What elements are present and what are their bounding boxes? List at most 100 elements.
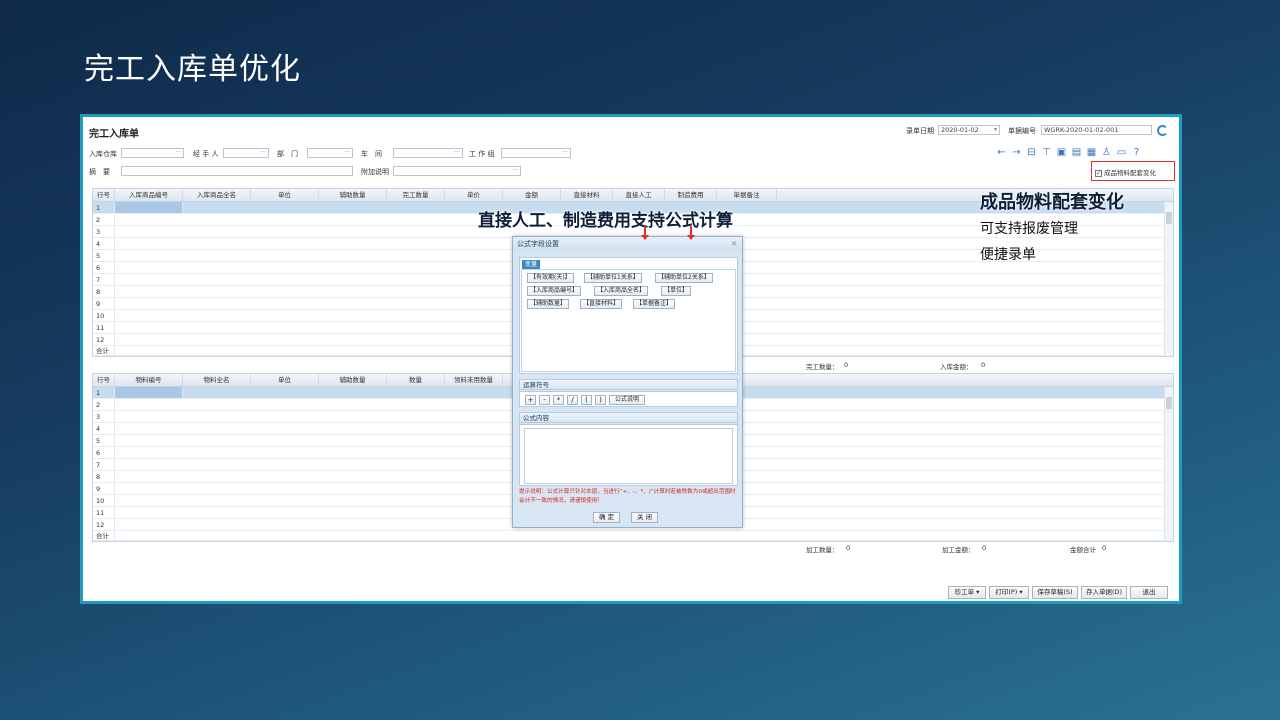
column-header[interactable]: 直接材料 <box>561 189 613 201</box>
column-header[interactable]: 领料未用数量 <box>445 374 503 386</box>
document-icon[interactable]: ▦ <box>1086 147 1097 158</box>
scrollbar[interactable] <box>1164 387 1173 541</box>
exit-button[interactable]: 退出 <box>1130 586 1168 599</box>
table-icon[interactable]: ⊟ <box>1026 147 1037 158</box>
record-date-field[interactable]: 2020-01-02 ▾ <box>938 125 1000 135</box>
variable-chip[interactable]: 【辅助单位2关系】 <box>655 273 713 283</box>
ok-button[interactable]: 确 定 <box>593 512 620 523</box>
total-amount-value: 0 <box>1102 544 1107 552</box>
toolbar: ← → ⊟ ⊤ ▣ ▤ ▦ ♙ ▭ ? <box>996 147 1142 158</box>
save-icon[interactable]: ▤ <box>1071 147 1082 158</box>
variable-chip[interactable]: 【辅助单位1关系】 <box>584 273 642 283</box>
workshop-field[interactable]: ··· <box>393 148 463 158</box>
print-button[interactable]: 打印(P) ▾ <box>989 586 1029 599</box>
handler-label: 经 手 人 <box>193 150 219 158</box>
row-number: 7 <box>93 459 115 470</box>
row-number: 9 <box>93 483 115 494</box>
formula-textarea[interactable] <box>524 428 733 484</box>
column-header[interactable]: 行号 <box>93 189 115 201</box>
chevron-down-icon[interactable]: ▾ <box>994 126 997 134</box>
total-row: 合计 <box>93 531 1173 541</box>
column-header[interactable]: 辅助数量 <box>319 189 387 201</box>
column-header[interactable]: 金额 <box>503 189 561 201</box>
row-number: 4 <box>93 238 115 249</box>
column-header[interactable]: 辅助数量 <box>319 374 387 386</box>
column-header[interactable]: 入库商品全名 <box>183 189 251 201</box>
row-number: 2 <box>93 399 115 410</box>
window-title: 完工入库单 <box>89 129 139 140</box>
column-header[interactable]: 单价 <box>445 189 503 201</box>
column-header[interactable]: 单位 <box>251 189 319 201</box>
arrow-left-icon[interactable]: ← <box>996 147 1007 158</box>
cancel-button[interactable]: 关 闭 <box>631 512 658 523</box>
formula-help-button[interactable]: 公式说明 <box>609 395 645 405</box>
total-amount-label: 金额合计 <box>1070 546 1096 554</box>
checkbox-checked-icon[interactable]: ✓ <box>1095 169 1102 177</box>
folder-icon[interactable]: ▭ <box>1116 147 1127 158</box>
column-header[interactable]: 行号 <box>93 374 115 386</box>
column-header[interactable]: 直接人工 <box>613 189 665 201</box>
operator-open-paren[interactable]: ( <box>581 395 592 405</box>
row-number: 10 <box>93 495 115 506</box>
doc-no-field[interactable]: WGRK-2020-01-02-001 <box>1041 125 1152 135</box>
variable-list: 【有效期(天)】 【辅助单位1关系】 【辅助单位2关系】 【入库商品编号】 【入… <box>521 269 736 372</box>
workgroup-label: 工 作 组 <box>469 150 495 158</box>
callout-material-line: 可支持报废管理 <box>980 221 1078 237</box>
formula-content-heading: 公式内容 <box>519 412 738 423</box>
doc-no-label: 单据编号 <box>1008 127 1036 135</box>
variable-chip[interactable]: 【单位】 <box>661 286 692 296</box>
row-number: 1 <box>93 202 115 213</box>
column-header[interactable]: 单位 <box>251 374 319 386</box>
material-change-checkbox[interactable]: ✓ 成品物料配套变化 <box>1091 161 1175 181</box>
warehouse-field[interactable]: ··· <box>121 148 184 158</box>
arrow-right-icon[interactable]: → <box>1011 147 1022 158</box>
operator-plus[interactable]: + <box>525 395 536 405</box>
selected-cell[interactable] <box>115 202 183 213</box>
refresh-icon[interactable] <box>1157 125 1168 136</box>
column-header[interactable]: 物料全名 <box>183 374 251 386</box>
variables-panel: 变量 【有效期(天)】 【辅助单位1关系】 【辅助单位2关系】 【入库商品编号】… <box>519 257 738 374</box>
summary-field[interactable] <box>121 166 353 176</box>
column-header[interactable]: 完工数量 <box>387 189 445 201</box>
filter-icon[interactable]: ⊤ <box>1041 147 1052 158</box>
row-number: 3 <box>93 226 115 237</box>
operator-close-paren[interactable]: ) <box>595 395 606 405</box>
help-icon[interactable]: ? <box>1131 147 1142 158</box>
column-header[interactable]: 单据备注 <box>717 189 777 201</box>
variable-chip[interactable]: 【有效期(天)】 <box>527 273 574 283</box>
close-icon[interactable]: ✕ <box>731 237 737 251</box>
variable-chip[interactable]: 【直接材料】 <box>580 299 623 309</box>
operator-multiply[interactable]: * <box>553 395 564 405</box>
variable-chip[interactable]: 【入库商品编号】 <box>527 286 582 296</box>
column-header[interactable]: 制造费用 <box>665 189 717 201</box>
operator-minus[interactable]: - <box>539 395 550 405</box>
variable-chip[interactable]: 【单据备注】 <box>633 299 676 309</box>
post-button[interactable]: 存入单据(D) <box>1081 586 1127 599</box>
dialog-title: 公式字段设置 ✕ <box>513 237 742 251</box>
complete-qty-label: 完工数量： <box>806 363 839 371</box>
row-number: 9 <box>93 298 115 309</box>
image-icon[interactable]: ▣ <box>1056 147 1067 158</box>
checkbox-label: 成品物料配套变化 <box>1104 169 1156 177</box>
scrollbar[interactable] <box>1164 202 1173 356</box>
save-draft-button[interactable]: 保存草稿(S) <box>1032 586 1078 599</box>
column-header[interactable]: 入库商品编号 <box>115 189 183 201</box>
tab-variables[interactable]: 变量 <box>522 260 541 269</box>
user-icon[interactable]: ♙ <box>1101 147 1112 158</box>
variable-chip[interactable]: 【入库商品全名】 <box>594 286 649 296</box>
callout-formula: 直接人工、制造费用支持公式计算 <box>478 211 733 231</box>
rework-button[interactable]: 珍工单 ▾ <box>948 586 986 599</box>
operator-divide[interactable]: / <box>567 395 578 405</box>
column-header[interactable]: 物料编号 <box>115 374 183 386</box>
workgroup-field[interactable]: ··· <box>501 148 571 158</box>
stock-amount-value: 0 <box>981 361 986 369</box>
extra-field[interactable]: ··· <box>393 166 521 176</box>
selected-cell[interactable] <box>115 387 183 398</box>
department-field[interactable]: ··· <box>307 148 353 158</box>
operators-panel: + - * / ( ) 公式说明 <box>519 391 738 407</box>
variable-chip[interactable]: 【辅助数量】 <box>527 299 570 309</box>
summary-label: 摘 要 <box>89 168 110 176</box>
handler-field[interactable]: ··· <box>223 148 269 158</box>
row-number: 5 <box>93 250 115 261</box>
column-header[interactable]: 数量 <box>387 374 445 386</box>
